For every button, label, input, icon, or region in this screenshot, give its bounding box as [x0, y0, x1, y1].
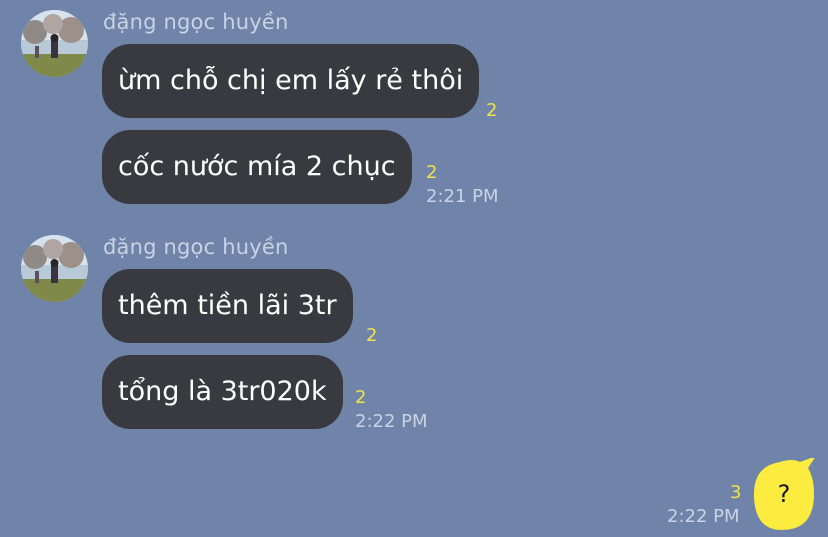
read-count: 2 — [366, 325, 378, 346]
message-timestamp: 2:22 PM — [355, 411, 428, 432]
message-bubble[interactable]: tổng là 3tr020k — [102, 355, 343, 429]
sender-name: đặng ngọc huyền — [103, 235, 289, 259]
message-timestamp: 2:21 PM — [426, 186, 499, 207]
message-bubble[interactable]: ừm chỗ chị em lấy rẻ thôi — [102, 44, 480, 118]
sender-name: đặng ngọc huyền — [103, 10, 289, 34]
read-count: 3 — [730, 482, 742, 503]
outgoing-message-bubble[interactable]: ? — [752, 458, 816, 530]
read-count: 2 — [426, 162, 438, 183]
read-count: 2 — [355, 387, 367, 408]
read-count: 2 — [486, 100, 498, 121]
sender-avatar[interactable] — [21, 10, 88, 77]
sender-avatar[interactable] — [21, 235, 88, 302]
message-bubble[interactable]: thêm tiền lãi 3tr — [102, 269, 353, 343]
message-timestamp: 2:22 PM — [667, 506, 740, 527]
outgoing-message-text: ? — [777, 480, 791, 508]
message-bubble[interactable]: cốc nước mía 2 chục — [102, 130, 412, 204]
